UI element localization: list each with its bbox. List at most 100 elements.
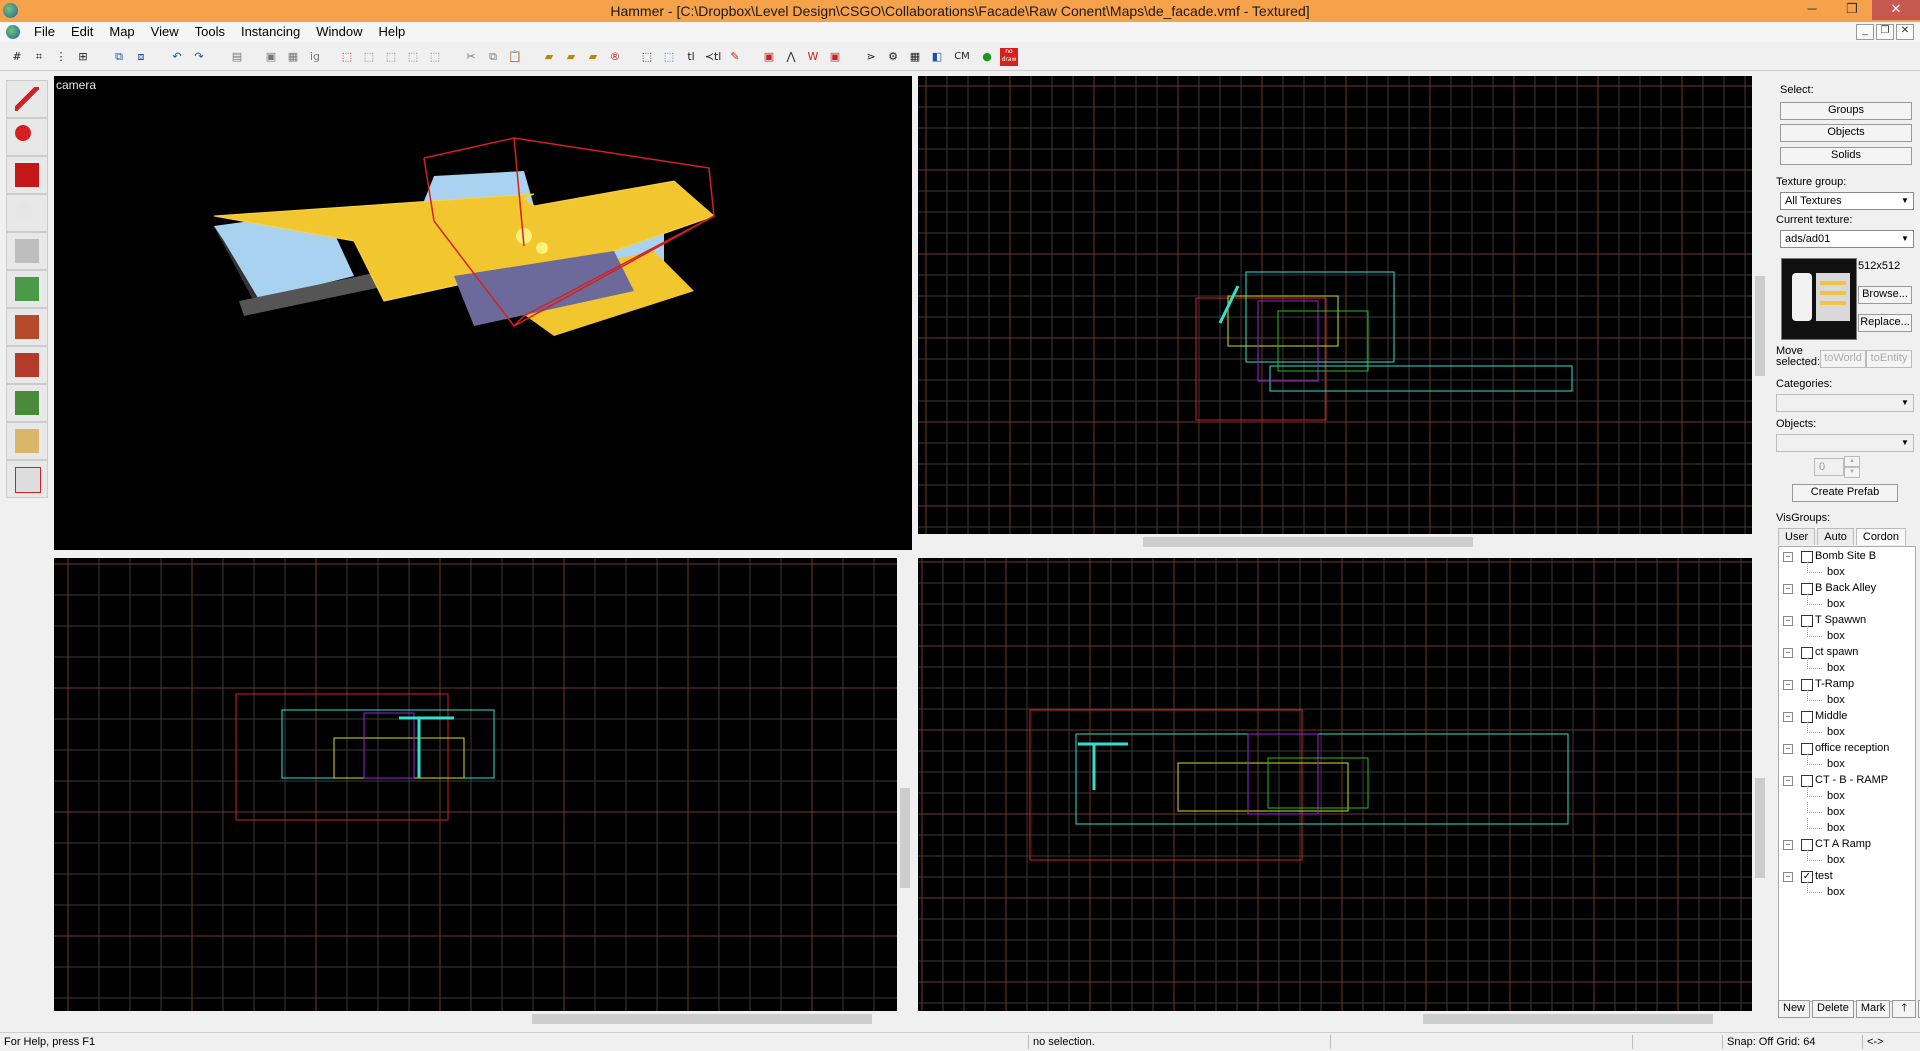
- layers-icon[interactable]: ◧: [928, 48, 946, 66]
- texture-lock-icon[interactable]: tl: [682, 48, 700, 66]
- texture-preview[interactable]: [1781, 258, 1857, 340]
- visgroup-item[interactable]: − T-Ramp: [1779, 678, 1915, 691]
- scroll-thumb[interactable]: [900, 788, 910, 888]
- doc-close-button[interactable]: ✕: [1896, 24, 1914, 40]
- entity-report-icon[interactable]: ▣: [760, 48, 778, 66]
- block-tool[interactable]: [6, 232, 48, 270]
- menu-window[interactable]: Window: [308, 24, 370, 40]
- entity-tool[interactable]: [6, 194, 48, 232]
- to-world-button[interactable]: toWorld: [1820, 350, 1866, 368]
- scale-lock-icon[interactable]: ≺tl: [704, 48, 722, 66]
- visgroup-item[interactable]: − Bomb Site B: [1779, 550, 1915, 563]
- visgroup-item[interactable]: − ✓ test: [1779, 870, 1915, 883]
- mark-visgroup-button[interactable]: Mark: [1855, 1000, 1891, 1018]
- document-icon[interactable]: [6, 25, 20, 39]
- gear-icon[interactable]: ⚙: [884, 48, 902, 66]
- visgroup-item[interactable]: − office reception: [1779, 742, 1915, 755]
- camera-tool[interactable]: [6, 156, 48, 194]
- select-objects-icon[interactable]: ⬚: [660, 48, 678, 66]
- close-button[interactable]: ✕: [1872, 0, 1920, 20]
- move-up-icon[interactable]: 🡑: [1892, 1000, 1917, 1018]
- group-icon[interactable]: ⧉: [110, 48, 128, 66]
- to-entity-button[interactable]: toEntity: [1866, 350, 1912, 368]
- menu-map[interactable]: Map: [101, 24, 142, 40]
- spinner-up-icon[interactable]: ▲: [1844, 456, 1860, 467]
- collapse-icon[interactable]: −: [1783, 648, 1793, 658]
- restore-button[interactable]: ❐: [1832, 0, 1872, 20]
- select-solids-button[interactable]: Solids: [1780, 147, 1912, 165]
- collapse-icon[interactable]: −: [1783, 840, 1793, 850]
- side-view-viewport[interactable]: [918, 558, 1752, 1011]
- overlay-tool[interactable]: [6, 384, 48, 422]
- map-check-icon[interactable]: ✎: [726, 48, 744, 66]
- front-view-vscroll[interactable]: [897, 558, 913, 1011]
- lighting-icon[interactable]: ⋀: [782, 48, 800, 66]
- cube-textured-icon[interactable]: ⬚: [426, 48, 444, 66]
- model-icon[interactable]: ⋗: [862, 48, 880, 66]
- tab-auto[interactable]: Auto: [1817, 528, 1854, 545]
- wire-cube-icon[interactable]: ⬚: [338, 48, 356, 66]
- tab-cordon[interactable]: Cordon: [1855, 528, 1906, 545]
- doc-restore-button[interactable]: ❐: [1876, 24, 1894, 40]
- selection-tool[interactable]: [6, 80, 48, 118]
- collapse-icon[interactable]: −: [1783, 584, 1793, 594]
- clip-icon[interactable]: ▦: [284, 48, 302, 66]
- side-view-hscroll[interactable]: [918, 1011, 1752, 1027]
- cube-shaded-icon[interactable]: ⬚: [404, 48, 422, 66]
- categories-select[interactable]: ▼: [1776, 394, 1914, 412]
- camera-viewport[interactable]: camera: [54, 76, 912, 550]
- menu-instancing[interactable]: Instancing: [233, 24, 308, 40]
- collapse-icon[interactable]: −: [1783, 872, 1793, 882]
- hazard-y-icon[interactable]: ▰: [584, 48, 602, 66]
- scroll-thumb[interactable]: [1755, 276, 1765, 376]
- magnify-tool[interactable]: [6, 118, 48, 156]
- count-spinner[interactable]: 0: [1814, 458, 1844, 476]
- scroll-thumb[interactable]: [1423, 1014, 1713, 1024]
- select-groups-button[interactable]: Groups: [1780, 102, 1912, 120]
- minimize-button[interactable]: ─: [1792, 0, 1832, 20]
- run-map-icon[interactable]: ▣: [826, 48, 844, 66]
- top-view-hscroll[interactable]: [918, 534, 1752, 550]
- collapse-icon[interactable]: −: [1783, 680, 1793, 690]
- menu-file[interactable]: File: [26, 24, 63, 40]
- grid-toggle-icon[interactable]: #: [8, 48, 26, 66]
- top-view-vscroll[interactable]: [1752, 76, 1768, 534]
- objects-select[interactable]: ▼: [1776, 434, 1914, 452]
- menu-tools[interactable]: Tools: [187, 24, 233, 40]
- collapse-icon[interactable]: −: [1783, 744, 1793, 754]
- apply-texture-tool[interactable]: [6, 308, 48, 346]
- top-view-viewport[interactable]: [918, 76, 1752, 534]
- grid-dots-icon[interactable]: ⋮: [52, 48, 70, 66]
- spinner-down-icon[interactable]: ▼: [1844, 467, 1860, 478]
- hazard-x-icon[interactable]: ▰: [562, 48, 580, 66]
- visgroup-item[interactable]: − ct spawn: [1779, 646, 1915, 659]
- menu-help[interactable]: Help: [370, 24, 413, 40]
- selection-box-icon[interactable]: ⬚: [638, 48, 656, 66]
- clipping-tool[interactable]: [6, 422, 48, 460]
- new-visgroup-button[interactable]: New: [1778, 1000, 1811, 1018]
- grid-3d-icon[interactable]: ⌗: [30, 48, 48, 66]
- paste-icon[interactable]: 📋: [506, 48, 524, 66]
- compile-icon[interactable]: W: [804, 48, 822, 66]
- current-texture-select[interactable]: ads/ad01 ▼: [1780, 230, 1914, 248]
- select-objects-button[interactable]: Objects: [1780, 124, 1912, 142]
- scroll-thumb[interactable]: [1143, 537, 1473, 547]
- vertex-icon[interactable]: ig: [306, 48, 324, 66]
- doc-minimize-button[interactable]: _: [1856, 24, 1874, 40]
- collapse-icon[interactable]: −: [1783, 616, 1793, 626]
- cube-outline-icon[interactable]: ⬚: [360, 48, 378, 66]
- side-view-vscroll[interactable]: [1752, 558, 1768, 1011]
- scroll-thumb[interactable]: [1755, 778, 1765, 878]
- cube-flat-icon[interactable]: ⬚: [382, 48, 400, 66]
- leaf-icon[interactable]: ●: [978, 48, 996, 66]
- ungroup-icon[interactable]: ⧈: [132, 48, 150, 66]
- scroll-thumb[interactable]: [532, 1014, 872, 1024]
- collapse-icon[interactable]: −: [1783, 712, 1793, 722]
- grid-larger-icon[interactable]: ⊞: [74, 48, 92, 66]
- tab-user[interactable]: User: [1778, 528, 1816, 545]
- nodraw-button[interactable]: no draw: [1000, 48, 1018, 66]
- menu-edit[interactable]: Edit: [63, 24, 101, 40]
- registered-icon[interactable]: ®: [606, 48, 624, 66]
- visgroup-item[interactable]: − B Back Alley: [1779, 582, 1915, 595]
- undo-icon[interactable]: ↶: [168, 48, 186, 66]
